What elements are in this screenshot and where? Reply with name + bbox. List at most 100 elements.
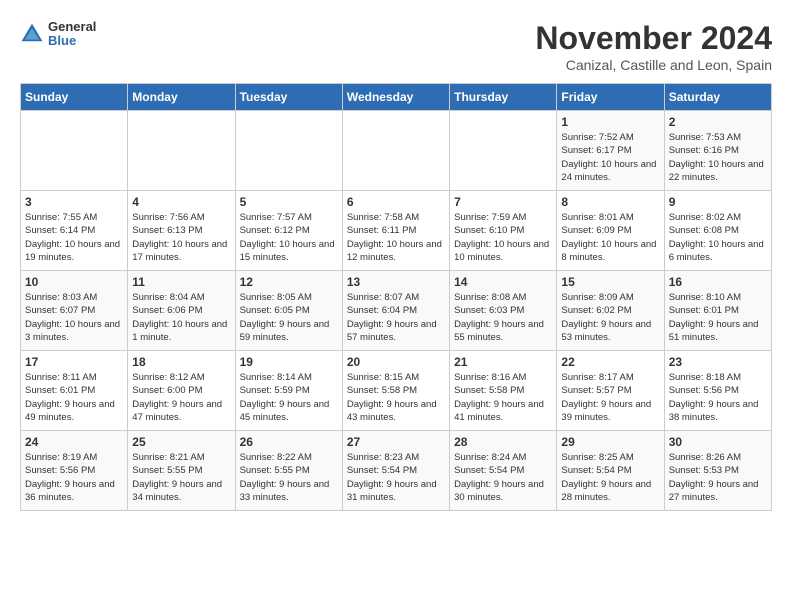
- calendar-body: 1 Sunrise: 7:52 AM Sunset: 6:17 PM Daylig…: [21, 111, 772, 511]
- day-info: Sunrise: 8:21 AM Sunset: 5:55 PM Dayligh…: [132, 451, 230, 504]
- day-number: 28: [454, 435, 552, 449]
- logo-general-text: General: [48, 20, 96, 34]
- day-number: 2: [669, 115, 767, 129]
- table-row: 8 Sunrise: 8:01 AM Sunset: 6:09 PM Daylig…: [557, 191, 664, 271]
- table-row: 24Sunrise: 8:19 AM Sunset: 5:56 PM Dayli…: [21, 431, 128, 511]
- week-row-4: 17 Sunrise: 8:11 AM Sunset: 6:01 PM Dayli…: [21, 351, 772, 431]
- day-number: 20: [347, 355, 445, 369]
- location-subtitle: Canizal, Castille and Leon, Spain: [535, 57, 772, 73]
- day-info: Sunrise: 8:12 AM Sunset: 6:00 PM Dayligh…: [132, 371, 230, 424]
- day-info: Sunrise: 8:03 AM Sunset: 6:07 PM Dayligh…: [25, 291, 123, 344]
- table-row: 15Sunrise: 8:09 AM Sunset: 6:02 PM Dayli…: [557, 271, 664, 351]
- table-row: 6 Sunrise: 7:58 AM Sunset: 6:11 PM Daylig…: [342, 191, 449, 271]
- day-info: Sunrise: 7:55 AM Sunset: 6:14 PM Dayligh…: [25, 211, 123, 264]
- day-info: Sunrise: 8:15 AM Sunset: 5:58 PM Dayligh…: [347, 371, 445, 424]
- day-number: 6: [347, 195, 445, 209]
- day-info: Sunrise: 8:08 AM Sunset: 6:03 PM Dayligh…: [454, 291, 552, 344]
- table-row: 19 Sunrise: 8:14 AM Sunset: 5:59 PM Dayli…: [235, 351, 342, 431]
- table-row: 7Sunrise: 7:59 AM Sunset: 6:10 PM Daylig…: [450, 191, 557, 271]
- table-row: 1 Sunrise: 7:52 AM Sunset: 6:17 PM Daylig…: [557, 111, 664, 191]
- logo-icon: [20, 22, 44, 46]
- table-row: [450, 111, 557, 191]
- day-number: 3: [25, 195, 123, 209]
- header-wednesday: Wednesday: [342, 84, 449, 111]
- day-number: 15: [561, 275, 659, 289]
- day-number: 1: [561, 115, 659, 129]
- table-row: 10Sunrise: 8:03 AM Sunset: 6:07 PM Dayli…: [21, 271, 128, 351]
- table-row: 26 Sunrise: 8:22 AM Sunset: 5:55 PM Dayli…: [235, 431, 342, 511]
- table-row: 20 Sunrise: 8:15 AM Sunset: 5:58 PM Dayli…: [342, 351, 449, 431]
- page-header: General Blue November 2024 Canizal, Cast…: [20, 20, 772, 73]
- table-row: 21Sunrise: 8:16 AM Sunset: 5:58 PM Dayli…: [450, 351, 557, 431]
- day-info: Sunrise: 8:07 AM Sunset: 6:04 PM Dayligh…: [347, 291, 445, 344]
- week-row-1: 1 Sunrise: 7:52 AM Sunset: 6:17 PM Daylig…: [21, 111, 772, 191]
- day-number: 7: [454, 195, 552, 209]
- day-number: 19: [240, 355, 338, 369]
- table-row: 16 Sunrise: 8:10 AM Sunset: 6:01 PM Dayli…: [664, 271, 771, 351]
- day-number: 26: [240, 435, 338, 449]
- logo: General Blue: [20, 20, 96, 49]
- day-info: Sunrise: 8:26 AM Sunset: 5:53 PM Dayligh…: [669, 451, 767, 504]
- table-row: [128, 111, 235, 191]
- table-row: 30 Sunrise: 8:26 AM Sunset: 5:53 PM Dayli…: [664, 431, 771, 511]
- header-saturday: Saturday: [664, 84, 771, 111]
- day-number: 9: [669, 195, 767, 209]
- day-info: Sunrise: 7:57 AM Sunset: 6:12 PM Dayligh…: [240, 211, 338, 264]
- day-number: 30: [669, 435, 767, 449]
- day-info: Sunrise: 8:05 AM Sunset: 6:05 PM Dayligh…: [240, 291, 338, 344]
- header-sunday: Sunday: [21, 84, 128, 111]
- table-row: 3 Sunrise: 7:55 AM Sunset: 6:14 PM Daylig…: [21, 191, 128, 271]
- table-row: 5 Sunrise: 7:57 AM Sunset: 6:12 PM Daylig…: [235, 191, 342, 271]
- day-number: 14: [454, 275, 552, 289]
- day-info: Sunrise: 8:19 AM Sunset: 5:56 PM Dayligh…: [25, 451, 123, 504]
- day-info: Sunrise: 8:04 AM Sunset: 6:06 PM Dayligh…: [132, 291, 230, 344]
- day-info: Sunrise: 8:10 AM Sunset: 6:01 PM Dayligh…: [669, 291, 767, 344]
- table-row: 14 Sunrise: 8:08 AM Sunset: 6:03 PM Dayli…: [450, 271, 557, 351]
- day-info: Sunrise: 8:24 AM Sunset: 5:54 PM Dayligh…: [454, 451, 552, 504]
- day-number: 22: [561, 355, 659, 369]
- week-row-2: 3 Sunrise: 7:55 AM Sunset: 6:14 PM Daylig…: [21, 191, 772, 271]
- month-title: November 2024: [535, 20, 772, 57]
- day-number: 16: [669, 275, 767, 289]
- header-thursday: Thursday: [450, 84, 557, 111]
- day-number: 27: [347, 435, 445, 449]
- day-number: 4: [132, 195, 230, 209]
- header-monday: Monday: [128, 84, 235, 111]
- table-row: 29 Sunrise: 8:25 AM Sunset: 5:54 PM Dayli…: [557, 431, 664, 511]
- day-number: 25: [132, 435, 230, 449]
- table-row: 23Sunrise: 8:18 AM Sunset: 5:56 PM Dayli…: [664, 351, 771, 431]
- table-row: [342, 111, 449, 191]
- day-number: 8: [561, 195, 659, 209]
- header-tuesday: Tuesday: [235, 84, 342, 111]
- day-number: 29: [561, 435, 659, 449]
- day-info: Sunrise: 7:52 AM Sunset: 6:17 PM Dayligh…: [561, 131, 659, 184]
- day-number: 13: [347, 275, 445, 289]
- table-row: 27Sunrise: 8:23 AM Sunset: 5:54 PM Dayli…: [342, 431, 449, 511]
- day-info: Sunrise: 8:01 AM Sunset: 6:09 PM Dayligh…: [561, 211, 659, 264]
- table-row: 11Sunrise: 8:04 AM Sunset: 6:06 PM Dayli…: [128, 271, 235, 351]
- table-row: [21, 111, 128, 191]
- table-row: 4 Sunrise: 7:56 AM Sunset: 6:13 PM Daylig…: [128, 191, 235, 271]
- day-info: Sunrise: 8:17 AM Sunset: 5:57 PM Dayligh…: [561, 371, 659, 424]
- day-number: 17: [25, 355, 123, 369]
- day-number: 18: [132, 355, 230, 369]
- day-info: Sunrise: 7:58 AM Sunset: 6:11 PM Dayligh…: [347, 211, 445, 264]
- day-info: Sunrise: 8:22 AM Sunset: 5:55 PM Dayligh…: [240, 451, 338, 504]
- calendar-table: SundayMondayTuesdayWednesdayThursdayFrid…: [20, 83, 772, 511]
- table-row: 25 Sunrise: 8:21 AM Sunset: 5:55 PM Dayli…: [128, 431, 235, 511]
- logo-blue-text: Blue: [48, 34, 96, 48]
- logo-text: General Blue: [48, 20, 96, 49]
- header-friday: Friday: [557, 84, 664, 111]
- day-info: Sunrise: 8:25 AM Sunset: 5:54 PM Dayligh…: [561, 451, 659, 504]
- day-info: Sunrise: 8:14 AM Sunset: 5:59 PM Dayligh…: [240, 371, 338, 424]
- day-info: Sunrise: 7:53 AM Sunset: 6:16 PM Dayligh…: [669, 131, 767, 184]
- table-row: 28 Sunrise: 8:24 AM Sunset: 5:54 PM Dayli…: [450, 431, 557, 511]
- day-number: 12: [240, 275, 338, 289]
- day-number: 23: [669, 355, 767, 369]
- title-section: November 2024 Canizal, Castille and Leon…: [535, 20, 772, 73]
- day-info: Sunrise: 7:56 AM Sunset: 6:13 PM Dayligh…: [132, 211, 230, 264]
- table-row: 12 Sunrise: 8:05 AM Sunset: 6:05 PM Dayli…: [235, 271, 342, 351]
- day-number: 21: [454, 355, 552, 369]
- day-info: Sunrise: 8:11 AM Sunset: 6:01 PM Dayligh…: [25, 371, 123, 424]
- day-number: 5: [240, 195, 338, 209]
